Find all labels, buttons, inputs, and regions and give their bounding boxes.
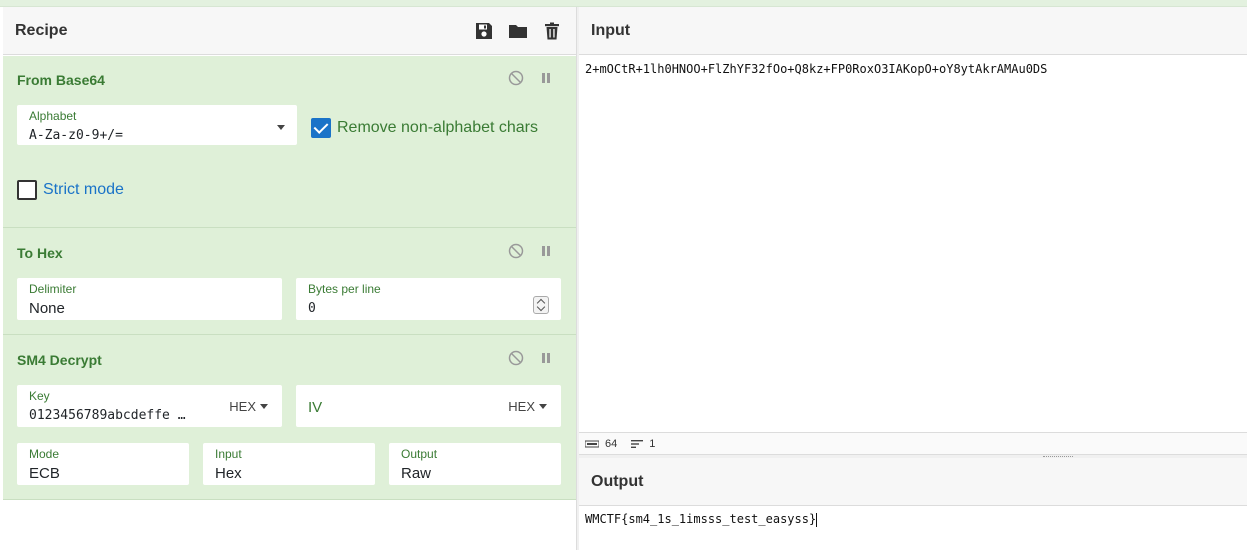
op-controls bbox=[508, 243, 554, 259]
trash-icon[interactable] bbox=[542, 21, 562, 41]
input-panel: Input 2+mOCtR+1lh0HNOO+FlZhYF32fOo+Q8kz+… bbox=[579, 7, 1247, 432]
mode-label: Mode bbox=[29, 447, 60, 461]
recipe-header: Recipe bbox=[3, 7, 576, 55]
op-title-to-hex: To Hex bbox=[17, 245, 63, 261]
key-format-label: HEX bbox=[229, 399, 256, 414]
output-header: Output bbox=[579, 458, 1247, 506]
checkbox-unchecked-icon[interactable] bbox=[17, 180, 37, 200]
abc-icon bbox=[585, 440, 599, 447]
remove-non-alphabet-label: Remove non-alphabet chars bbox=[337, 119, 539, 136]
delimiter-label: Delimiter bbox=[29, 282, 77, 296]
op-to-hex[interactable]: To Hex Delimiter None Bytes per line 0 bbox=[3, 228, 576, 335]
op-sm4-decrypt[interactable]: SM4 Decrypt Key 0123456789abcdeffe … HEX… bbox=[3, 335, 576, 500]
op-controls bbox=[508, 350, 554, 366]
iv-input[interactable]: IV HEX bbox=[296, 385, 561, 427]
output-format-value: Raw bbox=[401, 465, 432, 482]
pause-icon[interactable] bbox=[538, 243, 554, 259]
output-format-label: Output bbox=[401, 447, 438, 461]
lines-icon bbox=[631, 439, 644, 448]
pause-icon[interactable] bbox=[538, 70, 554, 86]
chevron-down-icon bbox=[260, 404, 268, 409]
output-panel: Output WMCTF{sm4_1s_1imsss_test_easyss} bbox=[579, 458, 1247, 550]
iv-format-select[interactable]: HEX bbox=[508, 399, 547, 414]
alphabet-label: Alphabet bbox=[29, 109, 77, 123]
pause-icon[interactable] bbox=[538, 350, 554, 366]
op-title-sm4: SM4 Decrypt bbox=[17, 352, 102, 368]
strict-mode-checkbox[interactable]: Strict mode bbox=[17, 180, 124, 200]
length-status: 64 bbox=[585, 438, 617, 450]
chevron-down-icon bbox=[277, 125, 285, 130]
text-cursor bbox=[816, 512, 818, 527]
lines-status: 1 bbox=[631, 438, 655, 450]
key-value: 0123456789abcdeffe … bbox=[29, 408, 186, 423]
bytes-per-line-input[interactable]: Bytes per line 0 bbox=[296, 278, 561, 320]
remove-non-alphabet-checkbox[interactable]: Remove non-alphabet chars bbox=[311, 118, 538, 138]
op-title-from-base64: From Base64 bbox=[17, 72, 105, 88]
output-title: Output bbox=[591, 472, 644, 490]
mode-select[interactable]: Mode ECB bbox=[17, 443, 189, 485]
save-icon[interactable] bbox=[474, 21, 494, 41]
number-spinner-icon[interactable] bbox=[533, 296, 549, 314]
iv-format-label: HEX bbox=[508, 399, 535, 414]
input-header: Input bbox=[579, 7, 1247, 55]
recipe-title: Recipe bbox=[15, 21, 68, 39]
disable-icon[interactable] bbox=[508, 243, 524, 259]
key-format-select[interactable]: HEX bbox=[229, 399, 268, 414]
alphabet-value: A-Za-z0-9+/= bbox=[29, 128, 123, 143]
input-status-bar: 64 1 bbox=[579, 432, 1247, 454]
input-textarea[interactable]: 2+mOCtR+1lh0HNOO+FlZhYF32fOo+Q8kz+FP0Rox… bbox=[585, 62, 1047, 76]
alphabet-select[interactable]: Alphabet A-Za-z0-9+/= bbox=[17, 105, 297, 145]
mode-value: ECB bbox=[29, 465, 60, 482]
output-textarea[interactable]: WMCTF{sm4_1s_1imsss_test_easyss} bbox=[585, 512, 818, 527]
chevron-down-icon bbox=[539, 404, 547, 409]
strict-mode-label: Strict mode bbox=[43, 181, 124, 198]
input-title: Input bbox=[591, 21, 631, 39]
op-from-base64[interactable]: From Base64 Alphabet A-Za-z0-9+/= Remove… bbox=[3, 56, 576, 228]
grip-icon bbox=[1043, 456, 1073, 457]
disable-icon[interactable] bbox=[508, 350, 524, 366]
key-input[interactable]: Key 0123456789abcdeffe … HEX bbox=[17, 385, 282, 427]
delimiter-select[interactable]: Delimiter None bbox=[17, 278, 282, 320]
key-label: Key bbox=[29, 389, 50, 403]
recipe-tools bbox=[474, 21, 562, 41]
input-format-value: Hex bbox=[215, 465, 242, 482]
input-format-select[interactable]: Input Hex bbox=[203, 443, 375, 485]
checkbox-checked-icon[interactable] bbox=[311, 118, 331, 138]
top-strip bbox=[0, 0, 1247, 7]
disable-icon[interactable] bbox=[508, 70, 524, 86]
delimiter-value: None bbox=[29, 300, 65, 317]
bytes-per-line-value: 0 bbox=[308, 301, 316, 316]
op-controls bbox=[508, 70, 554, 86]
input-format-label: Input bbox=[215, 447, 242, 461]
output-format-select[interactable]: Output Raw bbox=[389, 443, 561, 485]
lines-value: 1 bbox=[649, 437, 656, 450]
output-text: WMCTF{sm4_1s_1imsss_test_easyss} bbox=[585, 512, 817, 526]
iv-label: IV bbox=[308, 399, 323, 416]
folder-icon[interactable] bbox=[508, 21, 528, 41]
length-value: 64 bbox=[605, 437, 618, 450]
recipe-panel: Recipe From Base64 Alphabet A-Za-z0-9+/=… bbox=[3, 7, 576, 550]
bytes-per-line-label: Bytes per line bbox=[308, 282, 381, 296]
